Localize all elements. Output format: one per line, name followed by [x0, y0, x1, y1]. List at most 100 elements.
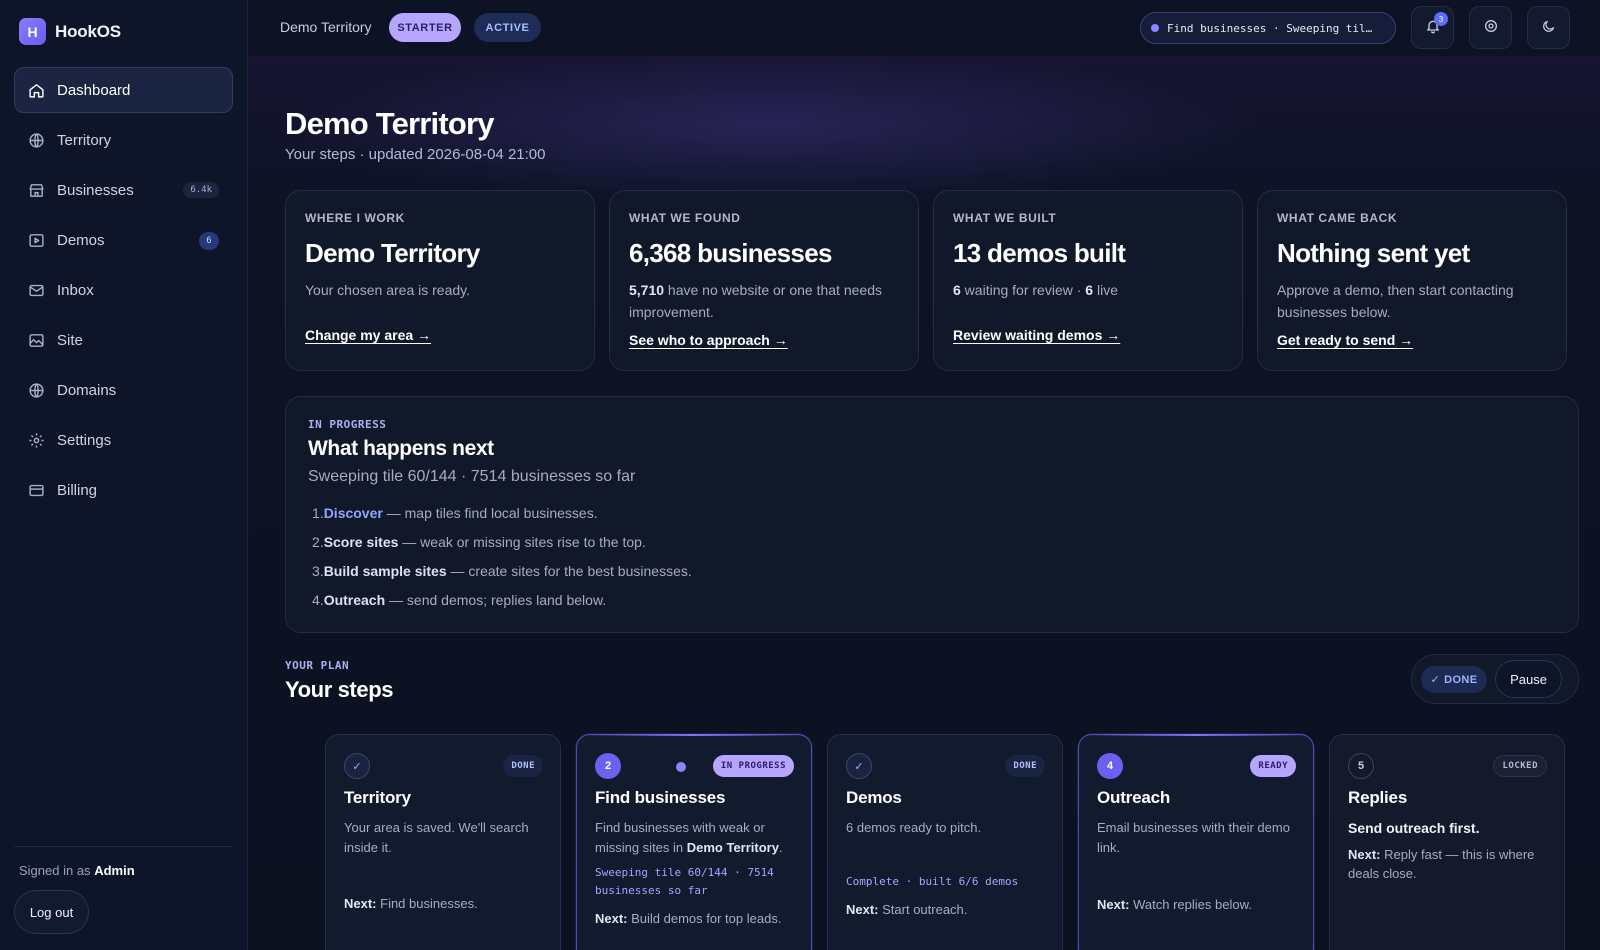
stat-value: Demo Territory [305, 238, 480, 268]
stat-desc-number: 6 [1085, 282, 1094, 298]
done-label: DONE [1444, 673, 1478, 686]
stat-description: 6 waiting for review · 6 live [953, 279, 1223, 301]
sidebar-item-label: Businesses [57, 181, 134, 199]
sidebar-item-inbox[interactable]: Inbox [14, 267, 233, 313]
sidebar-item-label: Dashboard [57, 81, 131, 99]
sidebar-item-domains[interactable]: Domains [14, 367, 233, 413]
next-text: Watch replies below. [1129, 897, 1252, 912]
step-card-replies[interactable]: 5 LOCKED Replies Send outreach first. Ne… [1329, 734, 1565, 950]
breadcrumb[interactable]: Demo Territory [280, 19, 372, 35]
main-content: Demo Territory Your steps · updated 2026… [248, 56, 1600, 950]
stat-description: Your chosen area is ready. [305, 282, 470, 298]
stat-desc-text: live [1093, 282, 1118, 298]
sidebar-item-site[interactable]: Site [14, 317, 233, 363]
step-description: Send outreach first. [1348, 820, 1480, 836]
step-name: Score sites [323, 534, 399, 550]
businesses-count-badge: 6.4k [183, 182, 219, 198]
step-description: Email businesses with their demo link. [1097, 820, 1290, 855]
brand[interactable]: H HookOS [19, 18, 121, 45]
stat-card-what-we-built: WHAT WE BUILT 13 demos built 6 waiting f… [933, 190, 1243, 371]
plan-controls: ✓ DONE Pause [1411, 654, 1579, 704]
get-ready-to-send-link[interactable]: Get ready to send → [1277, 332, 1413, 348]
step-card-demos[interactable]: ✓ DONE Demos 6 demos ready to pitch. Com… [827, 734, 1063, 950]
step-progress-text: Sweeping tile 60/144 · 7514 businesses s… [595, 866, 774, 897]
moon-icon [1541, 19, 1556, 37]
sidebar-item-territory[interactable]: Territory [14, 117, 233, 163]
list-item: 3.Build sample sites — create sites for … [312, 563, 692, 592]
progress-status-label: IN PROGRESS [308, 418, 387, 431]
image-icon [28, 332, 45, 349]
step-title: Replies [1348, 788, 1408, 807]
pause-button[interactable]: Pause [1495, 660, 1562, 698]
globe-icon [28, 382, 45, 399]
step-card-find-businesses[interactable]: 2 IN PROGRESS Find businesses Find busin… [576, 734, 812, 950]
stat-desc-text: have no website or one that needs improv… [629, 282, 882, 320]
page-subtitle: Your steps · updated 2026-08-04 21:00 [285, 146, 546, 163]
change-area-link[interactable]: Change my area → [305, 327, 431, 343]
step-number: 2 [595, 753, 621, 779]
job-status-dot [1151, 24, 1159, 32]
stat-card-what-came-back: WHAT CAME BACK Nothing sent yet Approve … [1257, 190, 1567, 371]
topbar: Demo Territory STARTER ACTIVE Find busin… [248, 0, 1600, 56]
stat-label: WHAT WE BUILT [953, 211, 1057, 225]
sidebar-item-label: Demos [57, 231, 105, 249]
status-badge: ACTIVE [474, 13, 541, 42]
step-card-territory[interactable]: ✓ DONE Territory Your area is saved. We'… [325, 734, 561, 950]
panel-title: What happens next [308, 437, 494, 460]
step-title: Find businesses [595, 788, 726, 807]
job-status-pill[interactable]: Find businesses · Sweeping til… [1140, 12, 1396, 44]
sidebar-item-dashboard[interactable]: Dashboard [14, 67, 233, 113]
step-description: — create sites for the best businesses. [446, 563, 692, 579]
review-waiting-demos-link[interactable]: Review waiting demos → [953, 327, 1120, 343]
signed-in-user: Admin [94, 863, 135, 878]
stat-desc-number: 6 [953, 282, 961, 298]
stat-card-what-we-found: WHAT WE FOUND 6,368 businesses 5,710 hav… [609, 190, 919, 371]
logout-button[interactable]: Log out [14, 890, 89, 934]
step-description: — weak or missing sites rise to the top. [398, 534, 646, 550]
sidebar-item-billing[interactable]: Billing [14, 467, 233, 513]
settings-button[interactable] [1469, 6, 1512, 49]
sidebar-nav: Dashboard Territory Businesses 6.4k Demo… [14, 67, 233, 517]
next-label: Next: [1348, 847, 1381, 862]
step-next: Next: Find businesses. [344, 894, 546, 913]
list-item: 4.Outreach — send demos; replies land be… [312, 592, 692, 621]
notification-count-badge: 3 [1434, 12, 1448, 26]
step-status-badge: IN PROGRESS [712, 755, 794, 777]
notifications-button[interactable]: 3 [1411, 6, 1454, 49]
gear-icon [1483, 18, 1499, 37]
sidebar-item-label: Domains [57, 381, 117, 399]
home-icon [28, 82, 45, 99]
next-label: Next: [344, 896, 377, 911]
list-item: 1.Discover — map tiles find local busine… [312, 505, 692, 534]
stat-value: 6,368 businesses [629, 238, 832, 268]
pipeline-steps-list: 1.Discover — map tiles find local busine… [312, 505, 692, 621]
discover-link[interactable]: Discover [324, 505, 383, 521]
sidebar-item-settings[interactable]: Settings [14, 417, 233, 463]
check-icon: ✓ [344, 753, 370, 779]
step-next: Next: Reply fast — this is where deals c… [1348, 845, 1550, 883]
step-status-badge: DONE [503, 755, 543, 777]
step-description: Find businesses with weak or missing sit… [595, 818, 797, 858]
step-name: Outreach [323, 592, 386, 608]
stat-value: 13 demos built [953, 238, 1126, 268]
sidebar-item-demos[interactable]: Demos 6 [14, 217, 233, 263]
step-status-badge: DONE [1005, 755, 1045, 777]
progress-indicator-dot [676, 762, 686, 772]
see-who-to-approach-link[interactable]: See who to approach → [629, 332, 788, 348]
sidebar-item-businesses[interactable]: Businesses 6.4k [14, 167, 233, 213]
signed-in-prefix: Signed in as [19, 863, 91, 878]
step-status-badge: READY [1250, 755, 1296, 777]
sidebar-item-label: Territory [57, 131, 112, 149]
list-item: 2.Score sites — weak or missing sites ri… [312, 534, 692, 563]
next-text: Build demos for top leads. [627, 911, 782, 926]
theme-toggle-button[interactable] [1527, 6, 1570, 49]
next-label: Next: [595, 911, 628, 926]
step-card-outreach[interactable]: 4 READY Outreach Email businesses with t… [1078, 734, 1314, 950]
step-description: — map tiles find local businesses. [382, 505, 598, 521]
check-icon: ✓ [1430, 674, 1441, 686]
stat-desc-number: 5,710 [629, 282, 665, 298]
plan-label: YOUR PLAN [285, 659, 350, 672]
step-number: 5 [1348, 753, 1374, 779]
step-number: 3. [312, 563, 324, 579]
sidebar-item-label: Settings [57, 431, 112, 449]
